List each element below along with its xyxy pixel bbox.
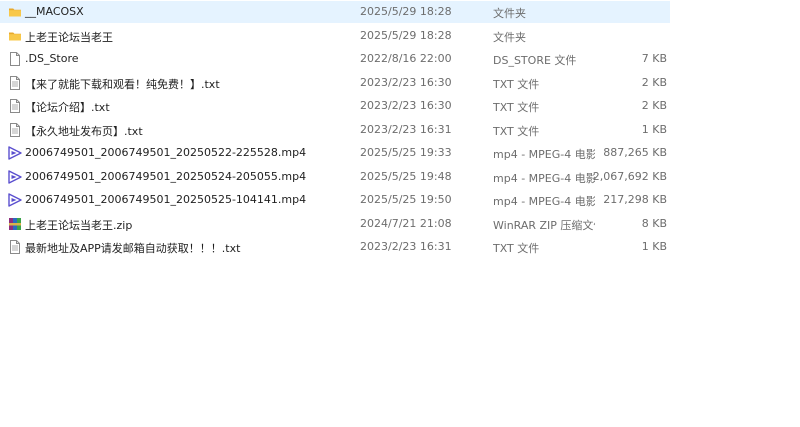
file-date-modified: 2025/5/25 19:50: [360, 193, 452, 206]
file-row[interactable]: 【永久地址发布页】.txt 2023/2/23 16:31 TXT 文件 1 KB: [0, 119, 800, 143]
file-name: __MACOSX: [25, 5, 84, 18]
file-date-modified: 2025/5/25 19:48: [360, 169, 452, 183]
file-name: 2006749501_2006749501_20250522-225528.mp…: [25, 146, 307, 159]
file-type: mp4 - MPEG-4 电影...: [493, 148, 595, 161]
file-row[interactable]: 【论坛介绍】.txt 2023/2/23 16:30 TXT 文件 2 KB: [0, 95, 800, 119]
file-size: 1 KB: [641, 240, 667, 253]
file-name: 上老王论坛当老王: [25, 30, 113, 44]
file-name: .DS_Store: [25, 52, 79, 65]
file-size: 2 KB: [641, 99, 667, 112]
file-date-modified: 2024/7/21 21:08: [360, 216, 452, 230]
file-icon: [8, 52, 22, 66]
file-type: mp4 - MPEG-4 电影...: [493, 171, 595, 185]
file-type: 文件夹: [493, 7, 526, 20]
file-name: 最新地址及APP请发邮箱自动获取！！！.txt: [25, 242, 241, 255]
file-row[interactable]: .DS_Store 2022/8/16 22:00 DS_STORE 文件 7 KB: [0, 48, 800, 72]
file-name: 【论坛介绍】.txt: [25, 101, 110, 114]
file-date-modified: 2025/5/29 18:28: [360, 5, 452, 18]
file-date-modified: 2025/5/29 18:28: [360, 28, 452, 42]
file-date-modified: 2023/2/23 16:31: [360, 122, 452, 136]
text-file-icon: [8, 99, 22, 113]
file-name: 【来了就能下载和观看！纯免费！】.txt: [25, 77, 220, 91]
file-name: 2006749501_2006749501_20250525-104141.mp…: [25, 193, 307, 206]
folder-icon: [8, 5, 22, 19]
file-date-modified: 2023/2/23 16:31: [360, 240, 452, 253]
video-file-icon: [8, 193, 22, 207]
file-size: 217,298 KB: [603, 193, 667, 206]
file-date-modified: 2022/8/16 22:00: [360, 52, 452, 65]
file-size: 2,067,692 KB: [592, 169, 667, 183]
file-row[interactable]: 2006749501_2006749501_20250525-104141.mp…: [0, 189, 800, 213]
file-type: DS_STORE 文件: [493, 54, 577, 67]
file-row[interactable]: 【来了就能下载和观看！纯免费！】.txt 2023/2/23 16:30 TXT 文…: [0, 72, 800, 96]
text-file-icon: [8, 240, 22, 254]
file-name: 2006749501_2006749501_20250524-205055.mp…: [25, 169, 307, 183]
file-size: 887,265 KB: [603, 146, 667, 159]
file-type: TXT 文件: [493, 101, 540, 114]
file-size: 7 KB: [641, 52, 667, 65]
file-type: TXT 文件: [493, 242, 540, 255]
file-list: __MACOSX 2025/5/29 18:28 文件夹 上老王论坛当老王 2025/…: [0, 1, 800, 260]
file-name: 【永久地址发布页】.txt: [25, 124, 143, 138]
file-date-modified: 2023/2/23 16:30: [360, 75, 452, 89]
file-type: TXT 文件: [493, 124, 540, 138]
winrar-archive-icon: [8, 217, 22, 231]
file-row[interactable]: 上老王论坛当老王 2025/5/29 18:28 文件夹: [0, 25, 800, 49]
file-row[interactable]: 最新地址及APP请发邮箱自动获取！！！.txt 2023/2/23 16:31 TX…: [0, 236, 800, 260]
text-file-icon: [8, 122, 22, 137]
file-size: 2 KB: [641, 75, 667, 89]
file-size: 8 KB: [641, 216, 667, 230]
folder-icon: [8, 29, 22, 43]
file-date-modified: 2025/5/25 19:33: [360, 146, 452, 159]
file-type: WinRAR ZIP 压缩文件: [493, 218, 595, 232]
video-file-icon: [8, 146, 22, 160]
text-file-icon: [8, 75, 22, 90]
file-type: mp4 - MPEG-4 电影...: [493, 195, 595, 208]
file-name: 上老王论坛当老王.zip: [25, 218, 133, 232]
file-size: 1 KB: [641, 122, 667, 136]
file-date-modified: 2023/2/23 16:30: [360, 99, 452, 112]
file-row[interactable]: 2006749501_2006749501_20250524-205055.mp…: [0, 166, 800, 190]
file-row[interactable]: 2006749501_2006749501_20250522-225528.mp…: [0, 142, 800, 166]
video-file-icon: [8, 169, 22, 184]
file-row[interactable]: __MACOSX 2025/5/29 18:28 文件夹: [0, 1, 800, 25]
file-type: 文件夹: [493, 30, 526, 44]
file-row[interactable]: 上老王论坛当老王.zip 2024/7/21 21:08 WinRAR ZIP 压缩…: [0, 213, 800, 237]
file-type: TXT 文件: [493, 77, 540, 91]
